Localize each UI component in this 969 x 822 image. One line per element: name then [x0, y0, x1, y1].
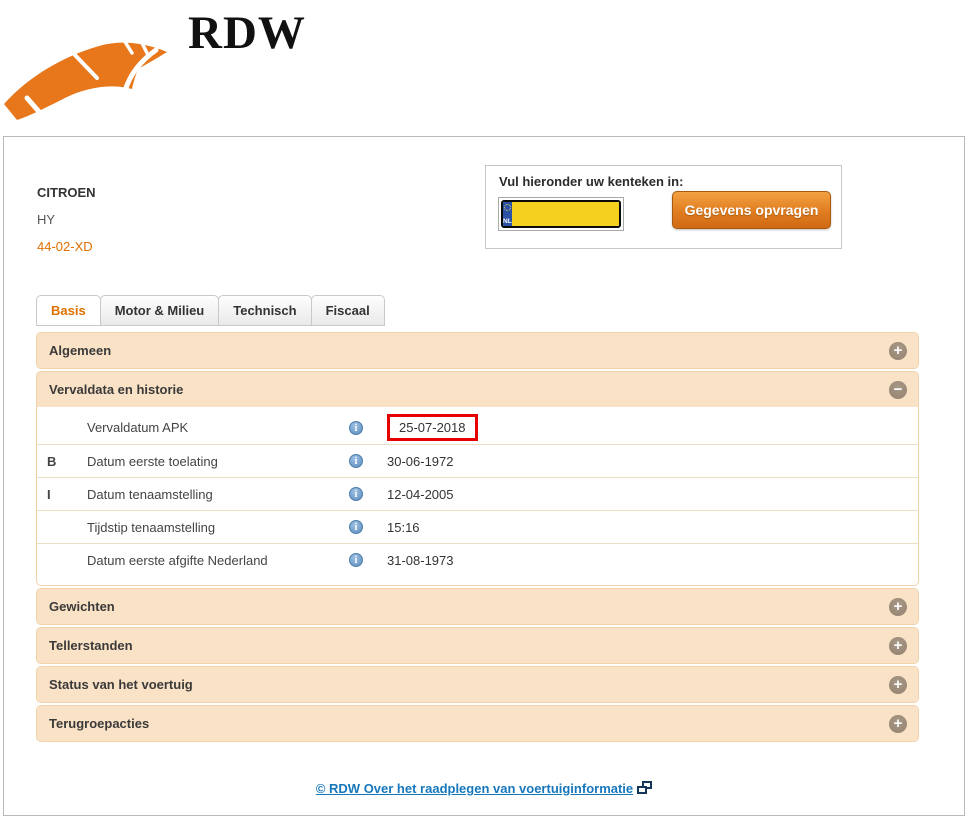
- detail-row-datum-eerste-afgifte: Datum eerste afgifte Nederland i 31-08-1…: [37, 543, 918, 576]
- plus-icon[interactable]: +: [889, 637, 907, 655]
- section-header-terugroepacties[interactable]: Terugroepacties +: [37, 706, 918, 741]
- info-icon[interactable]: i: [349, 553, 363, 567]
- vehicle-model: HY: [37, 206, 96, 233]
- plate-eu-band: NL: [503, 202, 512, 226]
- section-gewichten: Gewichten +: [36, 588, 919, 625]
- external-link-icon: [637, 781, 652, 794]
- section-header-tellerstanden[interactable]: Tellerstanden +: [37, 628, 918, 663]
- tab-motor-milieu[interactable]: Motor & Milieu: [100, 295, 220, 326]
- vehicle-make: CITROEN: [37, 179, 96, 206]
- tab-basis[interactable]: Basis: [36, 295, 101, 326]
- section-title: Terugroepacties: [49, 716, 149, 731]
- row-prefix: B: [47, 454, 87, 469]
- plus-icon[interactable]: +: [889, 715, 907, 733]
- kenteken-form: Vul hieronder uw kenteken in: NL Gegeven…: [485, 165, 842, 249]
- detail-row-vervaldatum-apk: Vervaldatum APK i 25-07-2018: [37, 411, 918, 444]
- row-label: Vervaldatum APK: [87, 420, 349, 435]
- row-value: 15:16: [387, 520, 420, 535]
- section-title: Tellerstanden: [49, 638, 133, 653]
- kenteken-input[interactable]: [512, 202, 621, 226]
- detail-row-tijdstip-tenaamstelling: Tijdstip tenaamstelling i 15:16: [37, 510, 918, 543]
- section-body-vervaldata: Vervaldatum APK i 25-07-2018 B Datum eer…: [37, 407, 918, 585]
- row-value: 12-04-2005: [387, 487, 454, 502]
- accordion: Algemeen + Vervaldata en historie − Verv…: [36, 332, 919, 744]
- rdw-logo-icon: [4, 10, 176, 130]
- info-icon[interactable]: i: [349, 454, 363, 468]
- vehicle-license-plate: 44-02-XD: [37, 233, 96, 260]
- row-label: Datum eerste afgifte Nederland: [87, 553, 349, 568]
- tab-technisch[interactable]: Technisch: [218, 295, 311, 326]
- section-header-gewichten[interactable]: Gewichten +: [37, 589, 918, 624]
- info-icon[interactable]: i: [349, 520, 363, 534]
- section-header-algemeen[interactable]: Algemeen +: [37, 333, 918, 368]
- detail-row-datum-eerste-toelating: B Datum eerste toelating i 30-06-1972: [37, 444, 918, 477]
- section-header-status[interactable]: Status van het voertuig +: [37, 667, 918, 702]
- section-algemeen: Algemeen +: [36, 332, 919, 369]
- footer: © RDW Over het raadplegen van voertuigin…: [4, 781, 964, 796]
- section-status-van-het-voertuig: Status van het voertuig +: [36, 666, 919, 703]
- detail-row-datum-tenaamstelling: I Datum tenaamstelling i 12-04-2005: [37, 477, 918, 510]
- section-tellerstanden: Tellerstanden +: [36, 627, 919, 664]
- footer-link-label: © RDW Over het raadplegen van voertuigin…: [316, 781, 633, 796]
- section-title: Gewichten: [49, 599, 115, 614]
- gegevens-opvragen-button[interactable]: Gegevens opvragen: [672, 191, 831, 229]
- rdw-info-link[interactable]: © RDW Over het raadplegen van voertuigin…: [316, 781, 652, 796]
- row-value-highlighted: 25-07-2018: [387, 414, 478, 441]
- content-panel: CITROEN HY 44-02-XD Vul hieronder uw ken…: [3, 136, 965, 816]
- row-label: Datum tenaamstelling: [87, 487, 349, 502]
- plus-icon[interactable]: +: [889, 676, 907, 694]
- section-title: Algemeen: [49, 343, 111, 358]
- section-header-vervaldata[interactable]: Vervaldata en historie −: [37, 372, 918, 407]
- section-title: Status van het voertuig: [49, 677, 193, 692]
- license-plate-frame: NL: [498, 197, 624, 231]
- tab-bar: Basis Motor & Milieu Technisch Fiscaal: [36, 295, 384, 326]
- row-label: Tijdstip tenaamstelling: [87, 520, 349, 535]
- license-plate: NL: [501, 200, 621, 228]
- row-value: 30-06-1972: [387, 454, 454, 469]
- row-prefix: I: [47, 487, 87, 502]
- info-icon[interactable]: i: [349, 487, 363, 501]
- page: RDW CITROEN HY 44-02-XD Vul hieronder uw…: [0, 0, 969, 822]
- section-terugroepacties: Terugroepacties +: [36, 705, 919, 742]
- tab-fiscaal[interactable]: Fiscaal: [311, 295, 385, 326]
- minus-icon[interactable]: −: [889, 381, 907, 399]
- eu-stars-icon: [504, 204, 511, 211]
- plus-icon[interactable]: +: [889, 598, 907, 616]
- row-value: 31-08-1973: [387, 553, 454, 568]
- section-title: Vervaldata en historie: [49, 382, 183, 397]
- plus-icon[interactable]: +: [889, 342, 907, 360]
- info-icon[interactable]: i: [349, 421, 363, 435]
- vehicle-summary: CITROEN HY 44-02-XD: [37, 179, 96, 260]
- rdw-wordmark: RDW: [188, 6, 306, 60]
- plate-country-code: NL: [503, 218, 512, 225]
- kenteken-form-label: Vul hieronder uw kenteken in:: [499, 174, 683, 189]
- row-label: Datum eerste toelating: [87, 454, 349, 469]
- section-vervaldata-en-historie: Vervaldata en historie − Vervaldatum APK…: [36, 371, 919, 586]
